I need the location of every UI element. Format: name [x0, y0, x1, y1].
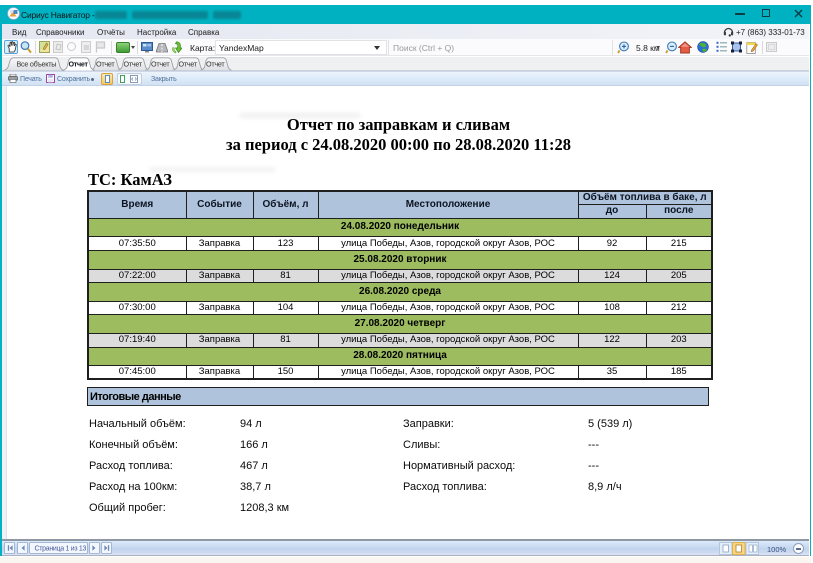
svg-text:Отчет: Отчет: [69, 60, 89, 69]
svg-text:Все объекты: Все объекты: [17, 60, 57, 69]
svg-text:Отчет: Отчет: [124, 60, 143, 69]
svg-text:Отчет: Отчет: [96, 60, 115, 69]
svg-text:Отчет: Отчет: [151, 60, 170, 69]
svg-text:Отчет: Отчет: [206, 60, 225, 69]
svg-text:Страница 1 из 13: Страница 1 из 13: [35, 546, 87, 553]
svg-text:Отчет: Отчет: [179, 60, 198, 69]
